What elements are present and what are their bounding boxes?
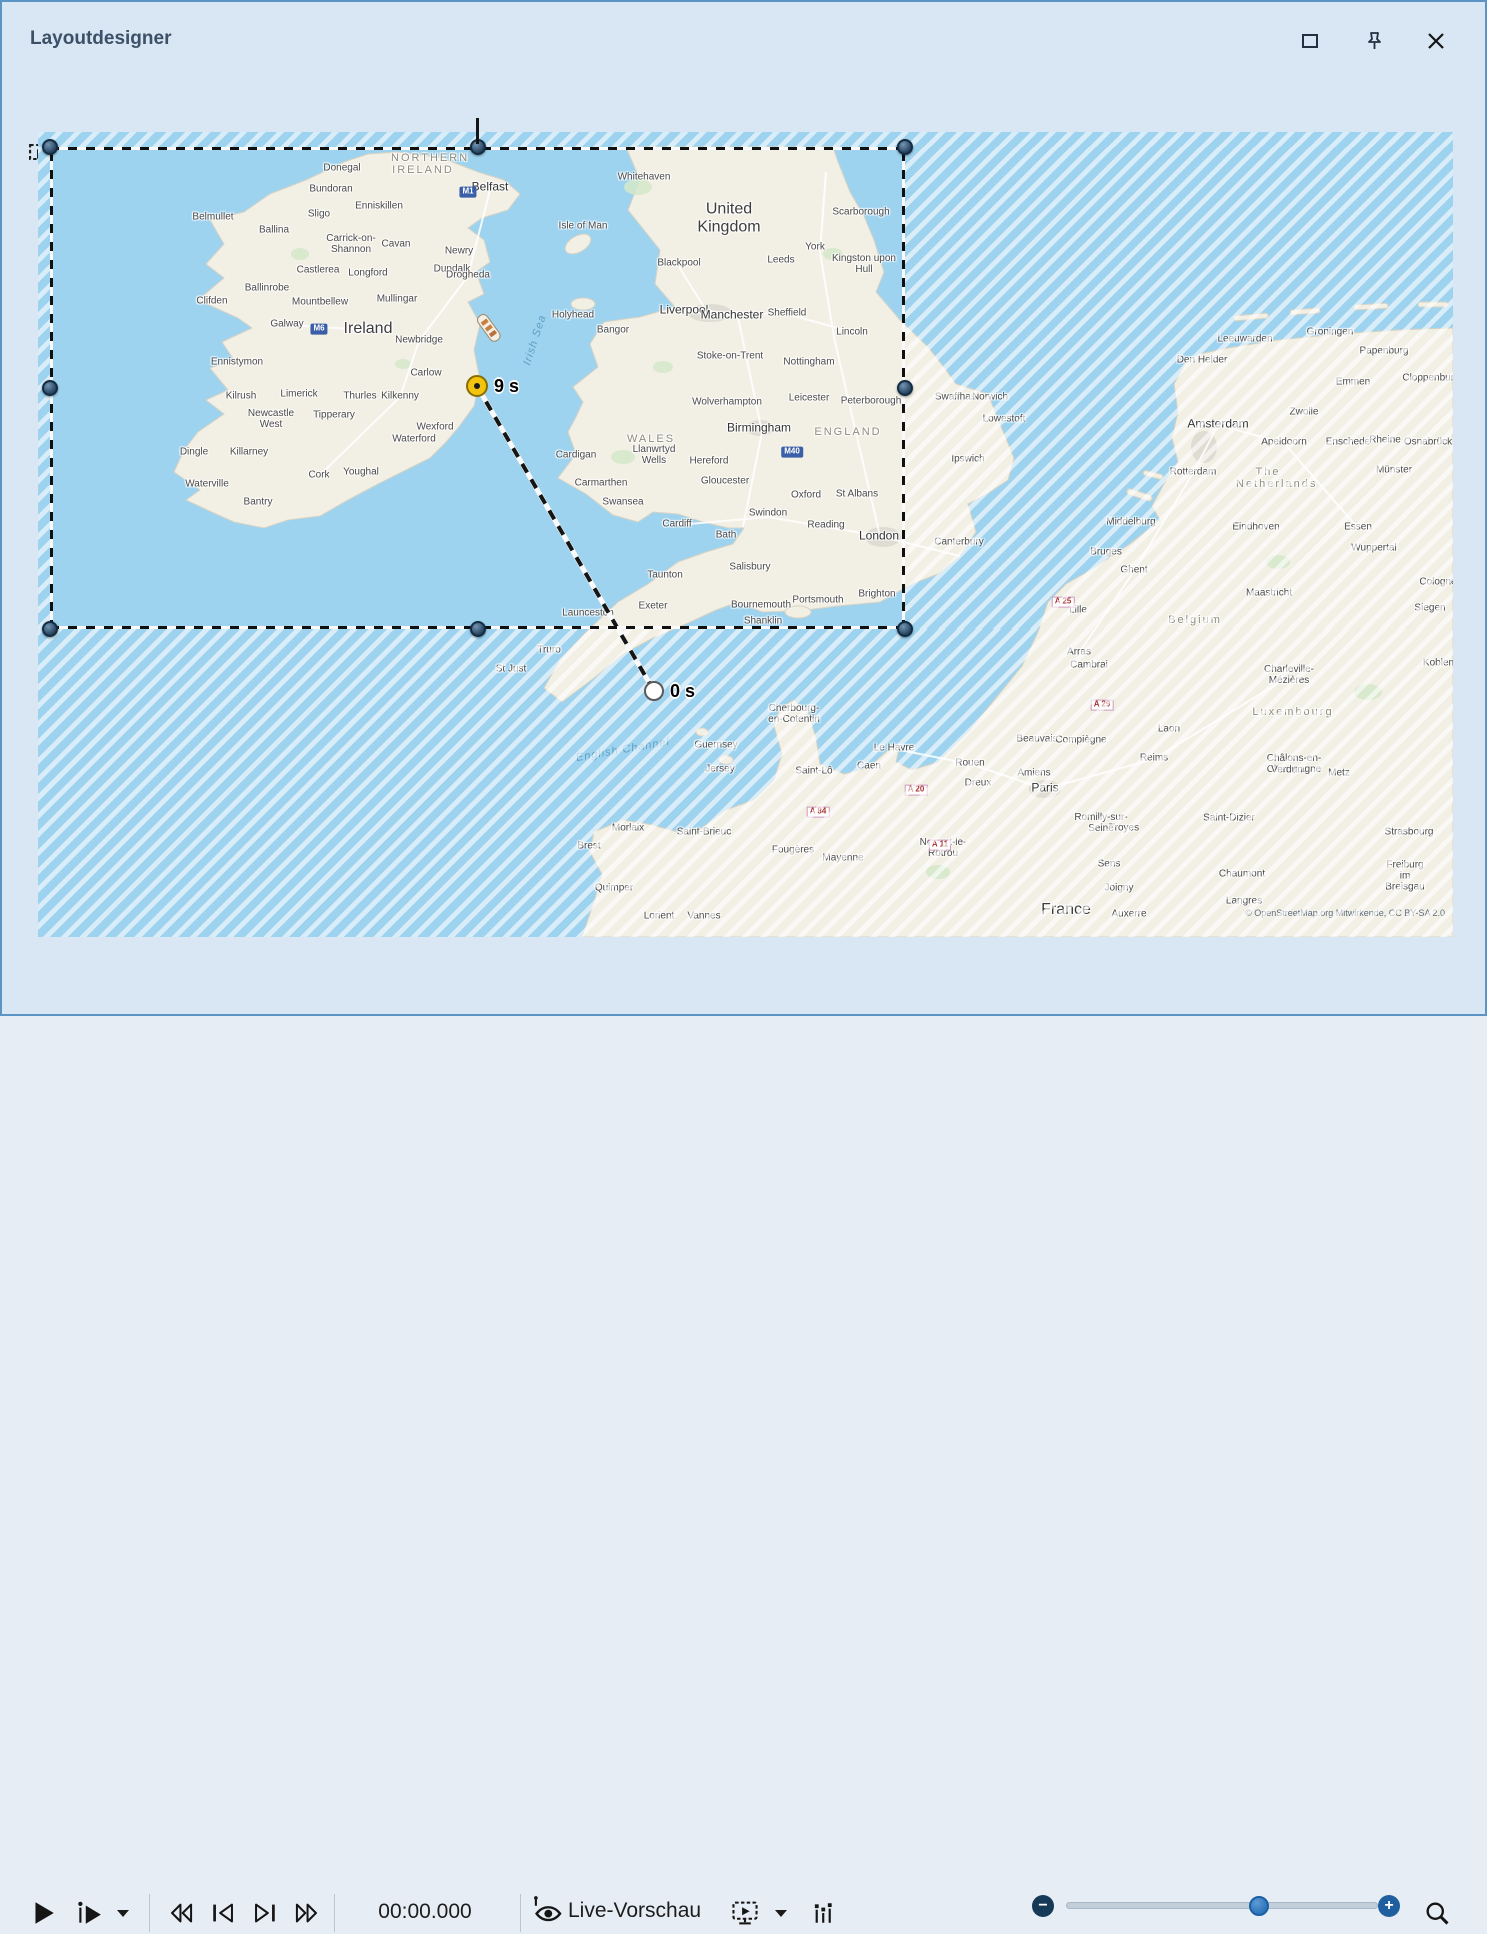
time-display: 00:00.000 (364, 1900, 486, 1924)
timeline-connector-line (476, 118, 479, 144)
window-title: Layoutdesigner (30, 28, 171, 50)
close-button[interactable] (1422, 28, 1450, 54)
selection-handle-bottom-left[interactable] (42, 621, 58, 637)
pin-button[interactable] (1360, 28, 1388, 54)
live-preview-label: Live-Vorschau (568, 1899, 701, 1923)
play-icon (29, 1899, 57, 1927)
play-from-marker-button[interactable] (68, 1892, 110, 1934)
zoom-tool-button[interactable] (1416, 1892, 1458, 1934)
close-icon (1426, 31, 1446, 51)
keyframe-time-label-start: 0 s (670, 681, 695, 702)
bottombar: 00:00.000 Live-Vorschau (2, 936, 1485, 1014)
maximize-button[interactable] (1296, 28, 1324, 54)
play-options-dropdown-button[interactable] (110, 1892, 136, 1934)
bottombar-separator (334, 1894, 335, 1932)
step-forward-button[interactable] (244, 1892, 286, 1934)
play-from-marker-icon (75, 1899, 103, 1927)
skip-back-icon (167, 1899, 195, 1927)
bottombar-separator (520, 1894, 521, 1932)
layoutdesigner-window: Layoutdesigner (0, 0, 1487, 1016)
hatch-overlay-right (905, 147, 1453, 629)
selection-handle-bottom-center[interactable] (470, 621, 486, 637)
hatch-overlay-top (38, 132, 1453, 147)
monitor-dropdown-button[interactable] (768, 1892, 794, 1934)
pin-icon (1363, 30, 1385, 52)
timeline-stats-button[interactable] (806, 1892, 840, 1934)
magnifier-icon (1423, 1899, 1451, 1927)
monitor-play-icon (730, 1898, 760, 1928)
play-button[interactable] (22, 1892, 64, 1934)
zoom-slider[interactable] (1066, 1902, 1378, 1909)
skip-forward-icon (293, 1899, 321, 1927)
live-preview-eye-icon (530, 1894, 564, 1928)
selection-handle-mid-left[interactable] (42, 380, 58, 396)
zoom-in-button[interactable]: + (1378, 1895, 1400, 1917)
map-canvas[interactable]: NORTHERN IRELANDUnited KingdomIrelandENG… (38, 132, 1453, 937)
selection-handle-bottom-right[interactable] (897, 621, 913, 637)
step-back-button[interactable] (202, 1892, 244, 1934)
preview-monitor-button[interactable] (724, 1892, 766, 1934)
toolbar: Zeitmarke: s ▲ ▼ (2, 62, 1485, 120)
zoom-slider-thumb[interactable] (1249, 1896, 1269, 1916)
hatch-overlay-bottom (38, 629, 1453, 937)
maximize-icon (1300, 31, 1320, 51)
step-forward-icon (251, 1899, 279, 1927)
skip-back-button[interactable] (160, 1892, 202, 1934)
selection-handle-top-right[interactable] (897, 139, 913, 155)
selection-handle-top-left[interactable] (42, 139, 58, 155)
zoom-out-button[interactable]: − (1032, 1895, 1054, 1917)
window-titlebar: Layoutdesigner (2, 2, 1485, 60)
milestones-icon (810, 1900, 836, 1926)
skip-forward-button[interactable] (286, 1892, 328, 1934)
chevron-down-icon (117, 1910, 129, 1917)
chevron-down-icon (775, 1910, 787, 1917)
selection-handle-mid-right[interactable] (897, 380, 913, 396)
bottombar-separator (149, 1894, 150, 1932)
step-back-icon (209, 1899, 237, 1927)
selection-frame[interactable] (50, 147, 905, 629)
